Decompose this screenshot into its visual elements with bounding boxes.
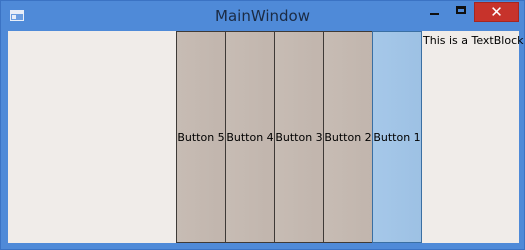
button-5[interactable]: Button 5 (176, 31, 226, 243)
minimize-button[interactable] (422, 2, 448, 22)
minimize-icon (430, 13, 439, 15)
button-1[interactable]: Button 1 (372, 31, 422, 243)
button-3[interactable]: Button 3 (274, 31, 324, 243)
text-block: This is a TextBlock (423, 34, 524, 47)
button-2[interactable]: Button 2 (323, 31, 373, 243)
window-content: Button 5 Button 4 Button 3 Button 2 Butt… (8, 31, 524, 243)
title-bar[interactable]: MainWindow ✕ (1, 1, 524, 31)
button-4[interactable]: Button 4 (225, 31, 275, 243)
main-window: MainWindow ✕ Button 5 Button 4 Button 3 … (0, 0, 525, 250)
maximize-button[interactable] (448, 2, 474, 22)
close-button[interactable]: ✕ (474, 2, 519, 22)
close-icon: ✕ (490, 3, 503, 21)
maximize-icon (456, 6, 466, 14)
